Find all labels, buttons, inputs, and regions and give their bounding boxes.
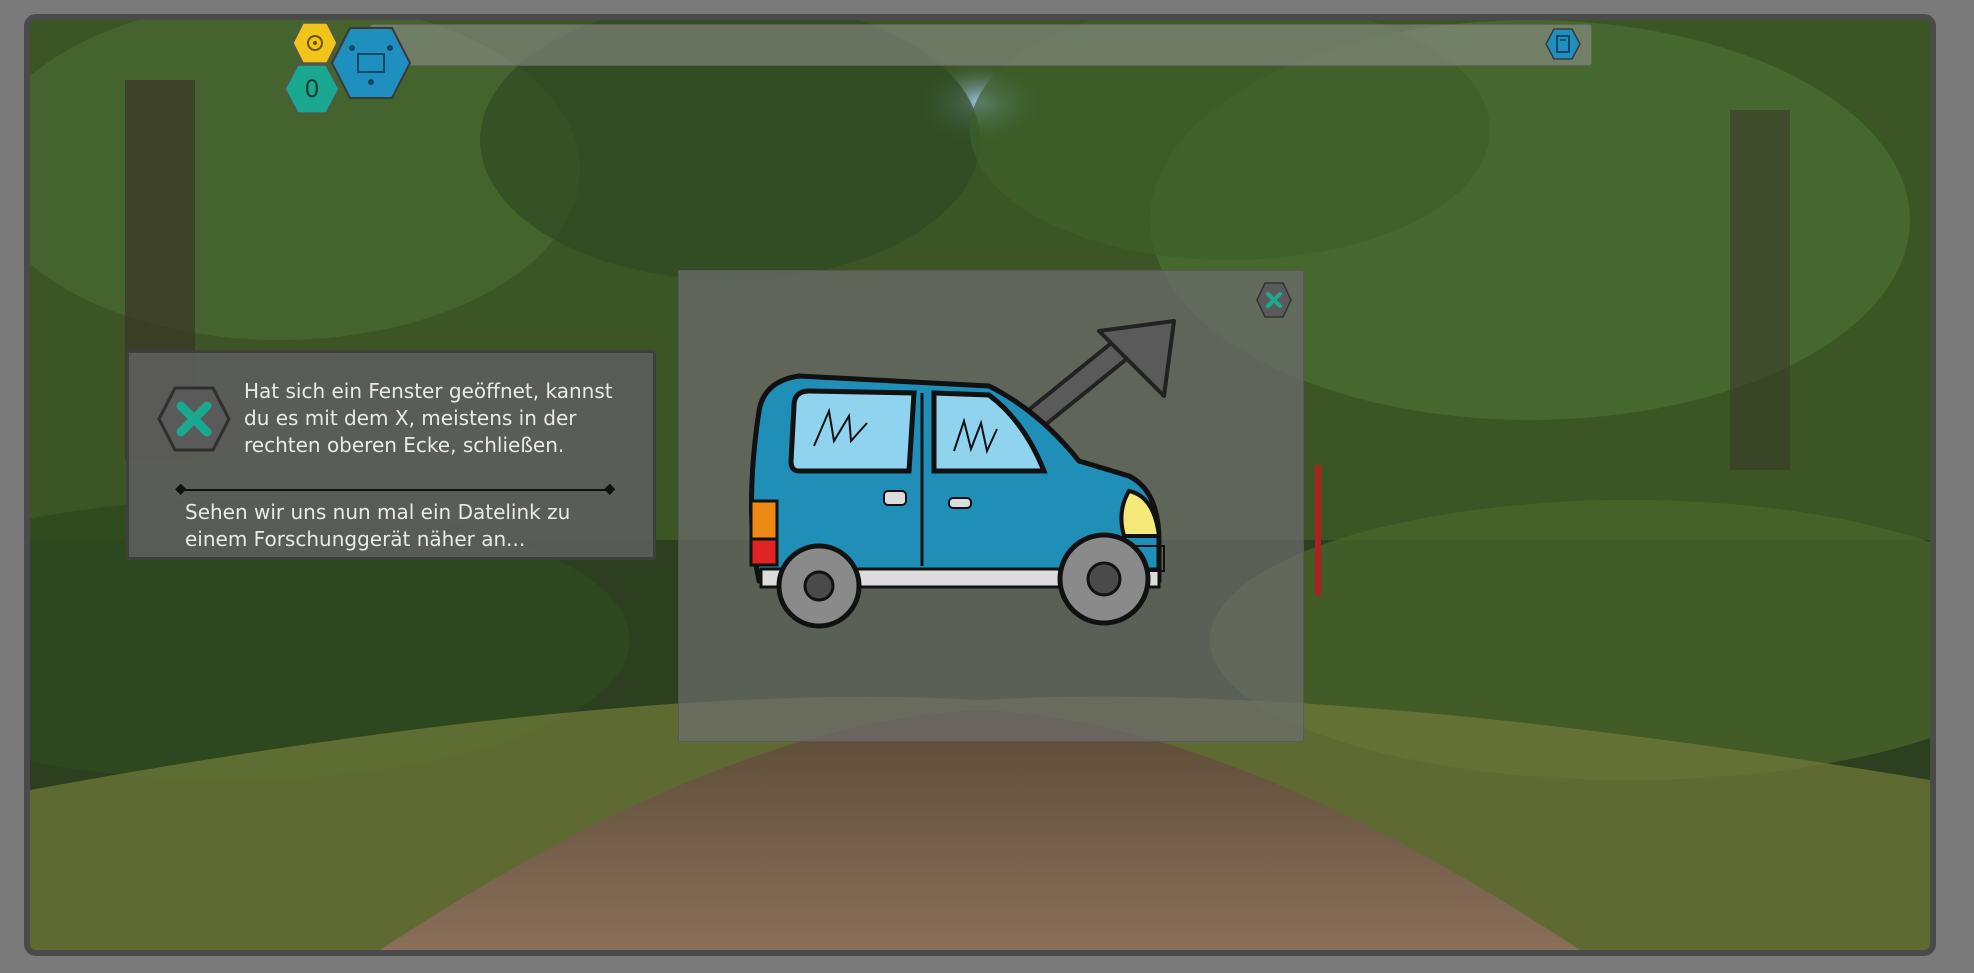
divider-line: [175, 484, 615, 495]
close-x-icon: [157, 386, 231, 452]
next-step-text: Sehen wir uns nun mal ein Datelink zu ei…: [185, 499, 625, 553]
book-icon[interactable]: [1545, 27, 1581, 61]
next-step-line: einem Forschunggerät näher an...: [185, 527, 526, 551]
score-value: 0: [304, 75, 320, 103]
car-illustration: [749, 319, 1176, 629]
top-toolbar: [370, 24, 1592, 66]
next-step-line: Sehen wir uns nun mal ein Datelink zu: [185, 500, 571, 524]
close-icon[interactable]: [1255, 281, 1293, 319]
circuit-map-icon[interactable]: [330, 26, 412, 100]
viewport-frame: 0 Hat sich ein Fenster geöffnet, kannst …: [24, 14, 1936, 956]
score-counter: 0: [284, 64, 340, 114]
hint-text-line: rechten oberen Ecke, schließen.: [244, 433, 565, 457]
popup-window: [678, 270, 1304, 742]
tutorial-hint-box: Hat sich ein Fenster geöffnet, kannst du…: [126, 350, 656, 560]
hint-text-line: Hat sich ein Fenster geöffnet, kannst: [244, 379, 613, 403]
hint-text-line: du es mit dem X, meistens in der: [244, 406, 577, 430]
hint-text: Hat sich ein Fenster geöffnet, kannst du…: [244, 378, 654, 459]
